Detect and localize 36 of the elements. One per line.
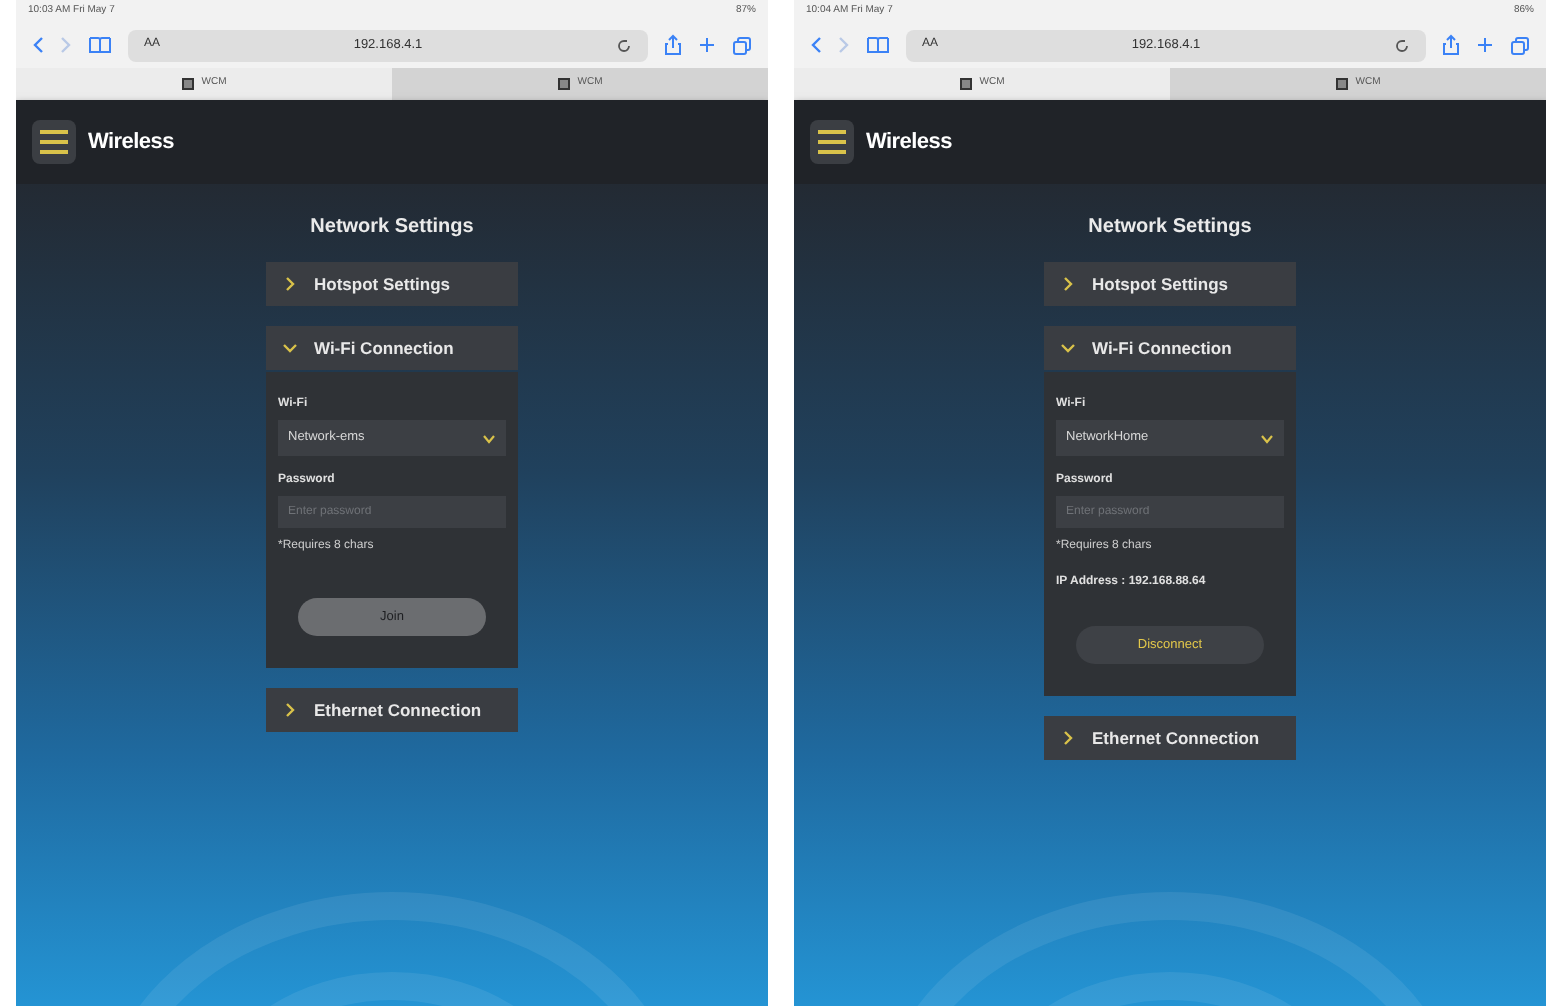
tabs-icon[interactable] <box>732 35 752 55</box>
favicon-icon <box>181 78 194 90</box>
chevron-right-icon <box>1060 730 1076 746</box>
section-header[interactable]: Hotspot Settings <box>266 262 518 306</box>
favicon-icon <box>1335 78 1348 90</box>
logo-text: Wireless <box>866 127 952 158</box>
section-header[interactable]: Wi-Fi Connection <box>266 326 518 370</box>
favicon-icon <box>959 78 972 90</box>
chevron-right-icon <box>282 276 298 292</box>
reload-icon[interactable] <box>1394 37 1410 53</box>
back-icon[interactable] <box>32 36 44 54</box>
chevron-down-icon <box>1260 433 1274 443</box>
tabs-icon[interactable] <box>1510 35 1530 55</box>
plus-icon[interactable] <box>698 36 716 54</box>
section-header[interactable]: Ethernet Connection <box>1044 716 1296 760</box>
chevron-right-icon <box>282 702 298 718</box>
share-icon[interactable] <box>1442 34 1460 56</box>
chevron-right-icon <box>1060 276 1076 292</box>
chevron-down-icon <box>1060 340 1076 356</box>
book-icon[interactable] <box>88 36 112 54</box>
page-title: Network Settings <box>310 214 474 242</box>
section-header[interactable]: Wi-Fi Connection <box>1044 326 1296 370</box>
chevron-down-icon <box>282 340 298 356</box>
logo-text: Wireless <box>88 127 174 158</box>
back-icon[interactable] <box>810 36 822 54</box>
share-icon[interactable] <box>664 34 682 56</box>
reload-icon[interactable] <box>616 37 632 53</box>
section-header[interactable]: Hotspot Settings <box>1044 262 1296 306</box>
favicon-icon <box>557 78 570 90</box>
section-header[interactable]: Ethernet Connection <box>266 688 518 732</box>
plus-icon[interactable] <box>1476 36 1494 54</box>
menu-button[interactable] <box>810 120 854 164</box>
book-icon[interactable] <box>866 36 890 54</box>
menu-button[interactable] <box>32 120 76 164</box>
chevron-down-icon <box>482 433 496 443</box>
page-title: Network Settings <box>1088 214 1252 242</box>
